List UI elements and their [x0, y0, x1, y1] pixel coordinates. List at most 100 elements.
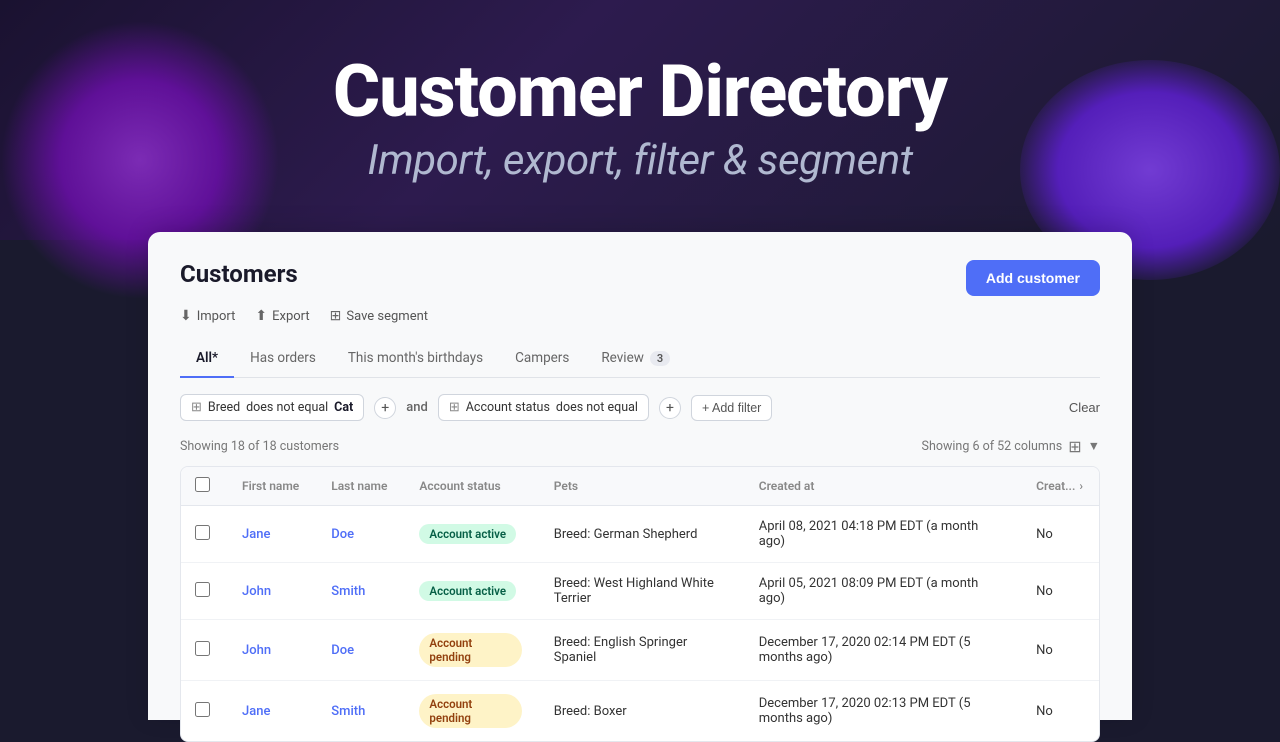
- main-content: Customers Add customer ⬇ Import ⬆ Export…: [148, 232, 1132, 720]
- col-header-extra[interactable]: Creat... ›: [1020, 467, 1099, 506]
- filter-chip-breed[interactable]: ⊞ Breed does not equal Cat: [180, 394, 364, 421]
- row-4-checkbox-cell: [181, 681, 226, 742]
- columns-info-text: Showing 6 of 52 columns: [922, 439, 1063, 454]
- row-3-checkbox-cell: [181, 620, 226, 681]
- col-header-account-status[interactable]: Account status: [403, 467, 537, 506]
- row-1-created-at: April 08, 2021 04:18 PM EDT (a month ago…: [743, 506, 1020, 563]
- clear-filters-button[interactable]: Clear: [1069, 400, 1100, 415]
- filters-row: ⊞ Breed does not equal Cat + and ⊞ Accou…: [180, 394, 1100, 421]
- col-header-created-at[interactable]: Created at: [743, 467, 1020, 506]
- row-1-first-name[interactable]: Jane: [226, 506, 315, 563]
- col-scroll-right-icon[interactable]: ›: [1079, 479, 1083, 493]
- tabs-row: All* Has orders This month's birthdays C…: [180, 340, 1100, 378]
- tab-campers-label: Campers: [515, 350, 569, 366]
- row-2-created-at: April 05, 2021 08:09 PM EDT (a month ago…: [743, 563, 1020, 620]
- table-body: Jane Doe Account active Breed: German Sh…: [181, 506, 1099, 742]
- filter-status-plus-button[interactable]: +: [659, 397, 681, 419]
- save-segment-icon: ⊞: [330, 308, 342, 324]
- filter-breed-operator: does not equal: [246, 400, 328, 415]
- row-1-pets: Breed: German Shepherd: [538, 506, 743, 563]
- row-2-first-name[interactable]: John: [226, 563, 315, 620]
- table-meta-row: Showing 18 of 18 customers Showing 6 of …: [180, 437, 1100, 456]
- row-4-pets: Breed: Boxer: [538, 681, 743, 742]
- columns-grid-icon: ⊞: [1068, 437, 1081, 456]
- customers-card: Customers Add customer ⬇ Import ⬆ Export…: [148, 232, 1132, 720]
- row-3-first-name[interactable]: John: [226, 620, 315, 681]
- filter-breed-plus-button[interactable]: +: [374, 397, 396, 419]
- row-1-status-badge: Account active: [419, 524, 516, 544]
- showing-count: Showing 18 of 18 customers: [180, 439, 339, 454]
- row-3-last-name[interactable]: Doe: [315, 620, 403, 681]
- table-row: Jane Smith Account pending Breed: Boxer …: [181, 681, 1099, 742]
- import-label: Import: [197, 309, 236, 324]
- tab-birthdays-label: This month's birthdays: [348, 350, 483, 366]
- row-3-created-at: December 17, 2020 02:14 PM EDT (5 months…: [743, 620, 1020, 681]
- table-row: Jane Doe Account active Breed: German Sh…: [181, 506, 1099, 563]
- filter-breed-value: Cat: [334, 400, 353, 415]
- select-all-header: [181, 467, 226, 506]
- tab-all-label: All*: [196, 350, 218, 366]
- tab-has-orders-label: Has orders: [250, 350, 316, 366]
- add-customer-button[interactable]: Add customer: [966, 260, 1100, 296]
- tab-review[interactable]: Review 3: [585, 340, 686, 378]
- hero-title: Customer Directory: [333, 56, 947, 128]
- filter-status-icon: ⊞: [449, 400, 460, 415]
- add-filter-button[interactable]: + Add filter: [691, 395, 772, 421]
- save-segment-label: Save segment: [346, 309, 428, 324]
- table-row: John Smith Account active Breed: West Hi…: [181, 563, 1099, 620]
- import-icon: ⬇: [180, 308, 192, 324]
- row-4-checkbox[interactable]: [195, 702, 210, 717]
- row-3-account-status: Account pending: [403, 620, 537, 681]
- row-4-last-name[interactable]: Smith: [315, 681, 403, 742]
- tab-campers[interactable]: Campers: [499, 340, 585, 378]
- row-3-pets: Breed: English Springer Spaniel: [538, 620, 743, 681]
- filter-and-label: and: [406, 400, 428, 415]
- row-4-first-name[interactable]: Jane: [226, 681, 315, 742]
- row-2-extra: No: [1020, 563, 1099, 620]
- export-icon: ⬆: [255, 308, 267, 324]
- tab-all[interactable]: All*: [180, 340, 234, 378]
- col-header-first-name[interactable]: First name: [226, 467, 315, 506]
- export-link[interactable]: ⬆ Export: [255, 308, 309, 324]
- card-header: Customers Add customer: [180, 260, 1100, 296]
- columns-info[interactable]: Showing 6 of 52 columns ⊞ ▼: [922, 437, 1100, 456]
- row-2-checkbox-cell: [181, 563, 226, 620]
- row-2-account-status: Account active: [403, 563, 537, 620]
- row-1-extra: No: [1020, 506, 1099, 563]
- col-header-pets[interactable]: Pets: [538, 467, 743, 506]
- row-4-account-status: Account pending: [403, 681, 537, 742]
- row-2-pets: Breed: West Highland White Terrier: [538, 563, 743, 620]
- tab-review-badge: 3: [650, 351, 670, 366]
- action-links-row: ⬇ Import ⬆ Export ⊞ Save segment: [180, 308, 1100, 324]
- table-header-row: First name Last name Account status Pets: [181, 467, 1099, 506]
- row-1-account-status: Account active: [403, 506, 537, 563]
- tab-birthdays[interactable]: This month's birthdays: [332, 340, 499, 378]
- row-1-last-name[interactable]: Doe: [315, 506, 403, 563]
- tab-review-label: Review: [601, 350, 644, 366]
- filter-status-operator: does not equal: [556, 400, 638, 415]
- save-segment-link[interactable]: ⊞ Save segment: [330, 308, 428, 324]
- hero-section: Customer Directory Import, export, filte…: [0, 0, 1280, 240]
- select-all-checkbox[interactable]: [195, 477, 210, 492]
- customers-table: First name Last name Account status Pets: [181, 467, 1099, 741]
- row-4-extra: No: [1020, 681, 1099, 742]
- row-2-last-name[interactable]: Smith: [315, 563, 403, 620]
- table-wrapper: First name Last name Account status Pets: [180, 466, 1100, 742]
- filter-breed-icon: ⊞: [191, 400, 202, 415]
- row-4-status-badge: Account pending: [419, 694, 521, 728]
- filter-chip-account-status[interactable]: ⊞ Account status does not equal: [438, 394, 649, 421]
- table-row: John Doe Account pending Breed: English …: [181, 620, 1099, 681]
- filter-status-field: Account status: [466, 400, 550, 415]
- row-3-status-badge: Account pending: [419, 633, 521, 667]
- export-label: Export: [272, 309, 310, 324]
- row-1-checkbox-cell: [181, 506, 226, 563]
- row-4-created-at: December 17, 2020 02:13 PM EDT (5 months…: [743, 681, 1020, 742]
- row-2-status-badge: Account active: [419, 581, 516, 601]
- columns-chevron-icon: ▼: [1088, 439, 1100, 454]
- tab-has-orders[interactable]: Has orders: [234, 340, 332, 378]
- import-link[interactable]: ⬇ Import: [180, 308, 235, 324]
- row-3-checkbox[interactable]: [195, 641, 210, 656]
- row-1-checkbox[interactable]: [195, 525, 210, 540]
- row-2-checkbox[interactable]: [195, 582, 210, 597]
- col-header-last-name[interactable]: Last name: [315, 467, 403, 506]
